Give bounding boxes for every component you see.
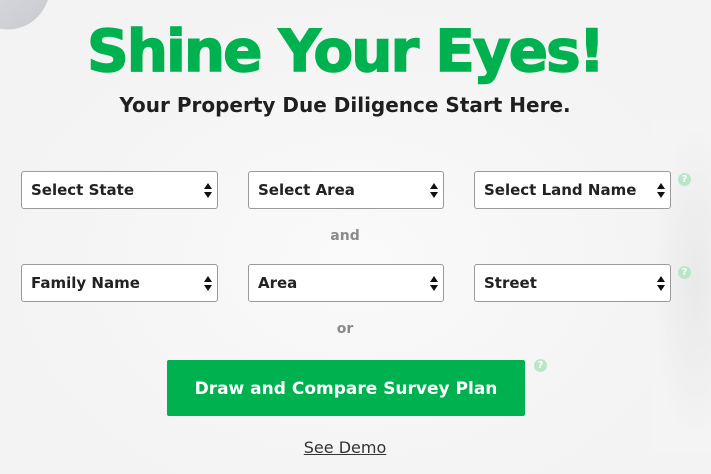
select-state-dropdown[interactable]: Select State xyxy=(21,171,218,209)
area-label: Area xyxy=(258,274,298,292)
street-label: Street xyxy=(484,274,537,292)
help-icon[interactable]: ? xyxy=(534,359,547,372)
select-arrows-icon xyxy=(204,181,212,199)
select-arrows-icon xyxy=(204,274,212,292)
family-name-label: Family Name xyxy=(31,274,140,292)
select-area-dropdown[interactable]: Select Area xyxy=(248,171,444,209)
select-state-label: Select State xyxy=(31,181,135,199)
select-land-name-dropdown[interactable]: Select Land Name xyxy=(474,171,671,209)
select-arrows-icon xyxy=(657,274,665,292)
draw-and-compare-survey-plan-button[interactable]: Draw and Compare Survey Plan xyxy=(167,360,525,416)
or-separator: or xyxy=(336,321,354,337)
page-title: Shine Your Eyes! xyxy=(86,16,606,86)
street-dropdown[interactable]: Street xyxy=(474,264,671,302)
select-land-name-label: Select Land Name xyxy=(484,181,637,199)
help-icon[interactable]: ? xyxy=(678,266,691,279)
help-icon[interactable]: ? xyxy=(678,173,691,186)
area-dropdown[interactable]: Area xyxy=(248,264,444,302)
and-separator: and xyxy=(330,228,360,244)
select-arrows-icon xyxy=(430,274,438,292)
see-demo-link[interactable]: See Demo xyxy=(0,438,690,457)
select-arrows-icon xyxy=(657,181,665,199)
select-area-label: Select Area xyxy=(258,181,355,199)
family-name-dropdown[interactable]: Family Name xyxy=(21,264,218,302)
select-arrows-icon xyxy=(430,181,438,199)
page-subtitle: Your Property Due Diligence Start Here. xyxy=(119,93,571,117)
